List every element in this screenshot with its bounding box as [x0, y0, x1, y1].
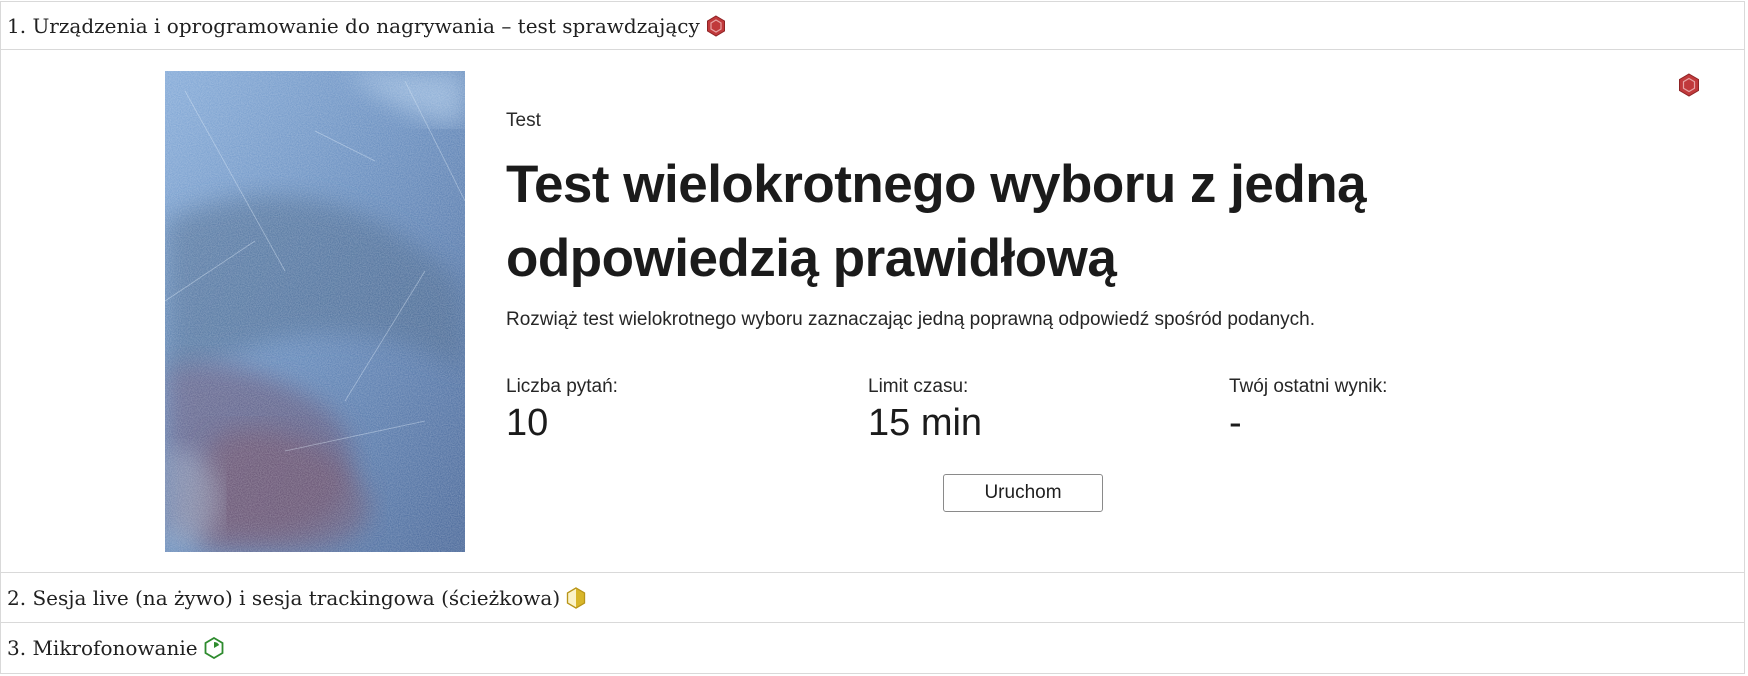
section-title: 2. Sesja live (na żywo) i sesja tracking…: [7, 585, 561, 610]
hexagon-red-icon: [706, 14, 726, 37]
stat-question-count: Liczba pytań: 10: [506, 376, 618, 445]
stat-value: -: [1229, 402, 1242, 444]
section-header-1[interactable]: 1. Urządzenia i oprogramowanie do nagryw…: [0, 1, 1745, 50]
stat-time-limit: Limit czasu: 15 min: [868, 376, 982, 445]
activity-panel: Test Test wielokrotnego wyboru z jedną o…: [0, 50, 1745, 572]
cover-image: [165, 71, 465, 552]
activity-title: Test wielokrotnego wyboru z jedną odpowi…: [506, 155, 1367, 288]
stat-last-score: Twój ostatni wynik: -: [1229, 376, 1387, 445]
stat-value: 15 min: [868, 402, 983, 444]
stat-label: Liczba pytań:: [506, 376, 618, 397]
hexagon-red-icon: [1678, 73, 1700, 97]
section-title: 3. Mikrofonowanie: [7, 636, 198, 660]
start-button[interactable]: Uruchom: [943, 474, 1103, 512]
section-header-3[interactable]: 3. Mikrofonowanie: [0, 622, 1745, 674]
section-title: 1. Urządzenia i oprogramowanie do nagryw…: [7, 13, 700, 38]
stat-label: Limit czasu:: [868, 376, 969, 397]
stat-value: 10: [506, 402, 549, 444]
course-page: 1. Urządzenia i oprogramowanie do nagryw…: [0, 0, 1746, 676]
hexagon-half-yellow-icon: [566, 586, 586, 609]
stat-label: Twój ostatni wynik:: [1229, 376, 1388, 397]
activity-description: Rozwiąż test wielokrotnego wyboru zaznac…: [506, 309, 1316, 330]
hexagon-green-progress-icon: [204, 636, 224, 660]
section-header-2[interactable]: 2. Sesja live (na żywo) i sesja tracking…: [0, 572, 1745, 622]
activity-type: Test: [506, 110, 541, 131]
